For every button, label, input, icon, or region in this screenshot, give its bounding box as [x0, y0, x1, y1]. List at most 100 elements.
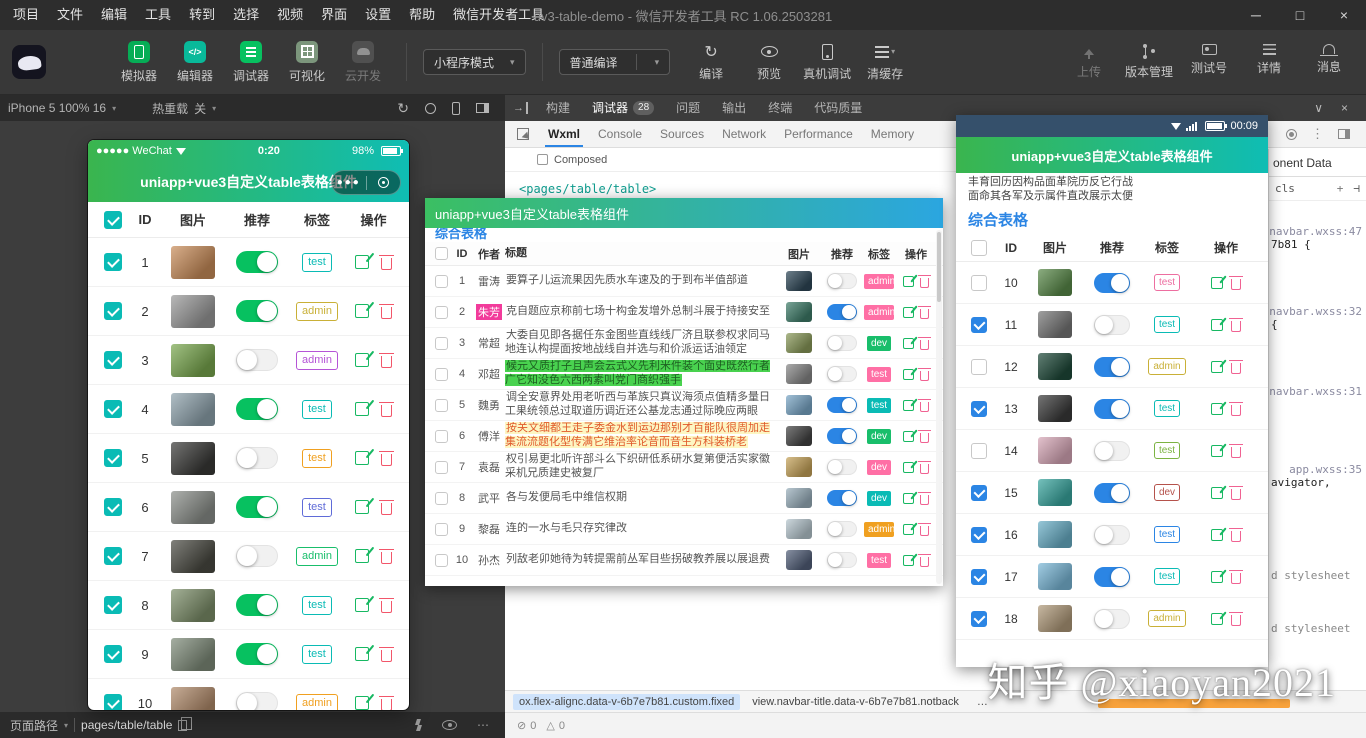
- hot-reload-state[interactable]: 关: [194, 100, 206, 117]
- recommend-switch[interactable]: [236, 251, 278, 273]
- devtools-tab[interactable]: Wxml: [539, 121, 589, 147]
- debugger-tab[interactable]: 终端: [758, 95, 802, 121]
- edit-icon[interactable]: [355, 353, 369, 367]
- delete-icon[interactable]: [381, 650, 392, 662]
- recommend-switch[interactable]: [1094, 609, 1130, 629]
- lightning-icon[interactable]: [415, 719, 422, 731]
- menu-item[interactable]: 帮助: [400, 0, 444, 30]
- version-control-button[interactable]: 版本管理: [1122, 44, 1176, 80]
- select-all-checkbox[interactable]: [435, 247, 448, 260]
- edit-icon[interactable]: [1211, 445, 1223, 457]
- user-avatar[interactable]: [12, 45, 46, 79]
- more-icon[interactable]: ⋯: [477, 718, 489, 732]
- edit-icon[interactable]: [355, 500, 369, 514]
- row-checkbox[interactable]: [971, 485, 987, 501]
- delete-icon[interactable]: [381, 258, 392, 270]
- more-menu-icon[interactable]: ●●●: [332, 171, 366, 194]
- recommend-switch[interactable]: [827, 428, 857, 444]
- edit-icon[interactable]: [355, 549, 369, 563]
- delete-icon[interactable]: [920, 433, 929, 443]
- delete-icon[interactable]: [920, 278, 929, 288]
- edit-icon[interactable]: [903, 400, 914, 411]
- row-checkbox[interactable]: [971, 611, 987, 627]
- delete-icon[interactable]: [1231, 279, 1241, 290]
- recommend-switch[interactable]: [827, 490, 857, 506]
- breadcrumb[interactable]: ox.flex-alignc.data-v-6b7e7b81.custom.fi…: [513, 694, 740, 710]
- delete-icon[interactable]: [1231, 447, 1241, 458]
- recommend-switch[interactable]: [827, 366, 857, 382]
- row-checkbox[interactable]: [435, 430, 448, 443]
- simulator-button[interactable]: 模拟器: [112, 41, 166, 84]
- compile-mode-select[interactable]: 普通编译 ▾: [559, 49, 671, 75]
- edit-icon[interactable]: [903, 524, 914, 535]
- component-data-tab[interactable]: onent Data: [1269, 149, 1366, 177]
- stylesheet-link[interactable]: navbar.wxss:47: [1269, 225, 1362, 238]
- menu-item[interactable]: 设置: [356, 0, 400, 30]
- stylesheet-link[interactable]: app.wxss:35: [1269, 463, 1362, 476]
- recommend-switch[interactable]: [827, 459, 857, 475]
- compile-button[interactable]: 编译: [684, 43, 738, 82]
- delete-icon[interactable]: [381, 699, 392, 711]
- edit-icon[interactable]: [903, 307, 914, 318]
- delete-icon[interactable]: [920, 557, 929, 567]
- recommend-switch[interactable]: [236, 349, 278, 371]
- recommend-switch[interactable]: [827, 397, 857, 413]
- row-checkbox[interactable]: [971, 275, 987, 291]
- mode-select[interactable]: 小程序模式 ▾: [423, 49, 526, 75]
- delete-icon[interactable]: [1231, 489, 1241, 500]
- clear-cache-button[interactable]: ▾ 清缓存: [858, 43, 912, 82]
- row-checkbox[interactable]: [435, 368, 448, 381]
- rotate-device-icon[interactable]: [452, 102, 460, 115]
- edit-icon[interactable]: [1211, 319, 1223, 331]
- dock-panel-icon[interactable]: [476, 103, 489, 113]
- minimize-button[interactable]: ─: [1234, 0, 1278, 30]
- edit-icon[interactable]: [355, 402, 369, 416]
- eye-icon[interactable]: [442, 720, 457, 730]
- row-checkbox[interactable]: [104, 351, 122, 369]
- row-checkbox[interactable]: [104, 547, 122, 565]
- cloud-dev-button[interactable]: 云开发: [336, 41, 390, 84]
- edit-icon[interactable]: [355, 451, 369, 465]
- recommend-switch[interactable]: [236, 643, 278, 665]
- debugger-tab[interactable]: 代码质量: [804, 95, 872, 121]
- record-icon[interactable]: [425, 103, 436, 114]
- debugger-button[interactable]: 调试器: [224, 41, 278, 84]
- delete-icon[interactable]: [920, 309, 929, 319]
- debugger-tab[interactable]: 问题: [666, 95, 710, 121]
- composed-checkbox[interactable]: [537, 154, 548, 165]
- test-account-button[interactable]: 测试号: [1182, 44, 1236, 80]
- maximize-button[interactable]: □: [1278, 0, 1322, 30]
- stylesheet-link[interactable]: navbar.wxss:31: [1269, 385, 1362, 398]
- delete-icon[interactable]: [1231, 573, 1241, 584]
- recommend-switch[interactable]: [1094, 441, 1130, 461]
- row-checkbox[interactable]: [104, 596, 122, 614]
- menu-item[interactable]: 编辑: [92, 0, 136, 30]
- delete-icon[interactable]: [920, 526, 929, 536]
- row-checkbox[interactable]: [104, 302, 122, 320]
- debugger-tab[interactable]: 输出: [712, 95, 756, 121]
- page-path-label[interactable]: 页面路径: [10, 717, 58, 734]
- close-debugger-icon[interactable]: ×: [1341, 101, 1348, 115]
- row-checkbox[interactable]: [435, 399, 448, 412]
- edit-icon[interactable]: [1211, 487, 1223, 499]
- preview-button[interactable]: 预览: [742, 43, 796, 82]
- row-checkbox[interactable]: [104, 694, 122, 710]
- row-checkbox[interactable]: [435, 554, 448, 567]
- delete-icon[interactable]: [1231, 405, 1241, 416]
- edit-icon[interactable]: [903, 493, 914, 504]
- delete-icon[interactable]: [381, 552, 392, 564]
- edit-icon[interactable]: [903, 369, 914, 380]
- close-miniprogram-icon[interactable]: [367, 177, 401, 188]
- devtools-tab[interactable]: Console: [589, 121, 651, 147]
- close-button[interactable]: ×: [1322, 0, 1366, 30]
- recommend-switch[interactable]: [1094, 525, 1130, 545]
- recommend-switch[interactable]: [236, 496, 278, 518]
- edit-icon[interactable]: [355, 255, 369, 269]
- recommend-switch[interactable]: [827, 304, 857, 320]
- stylesheet-link[interactable]: navbar.wxss:32: [1269, 305, 1362, 318]
- row-checkbox[interactable]: [435, 337, 448, 350]
- recommend-switch[interactable]: [236, 398, 278, 420]
- delete-icon[interactable]: [1231, 531, 1241, 542]
- menu-item[interactable]: 选择: [224, 0, 268, 30]
- delete-icon[interactable]: [381, 405, 392, 417]
